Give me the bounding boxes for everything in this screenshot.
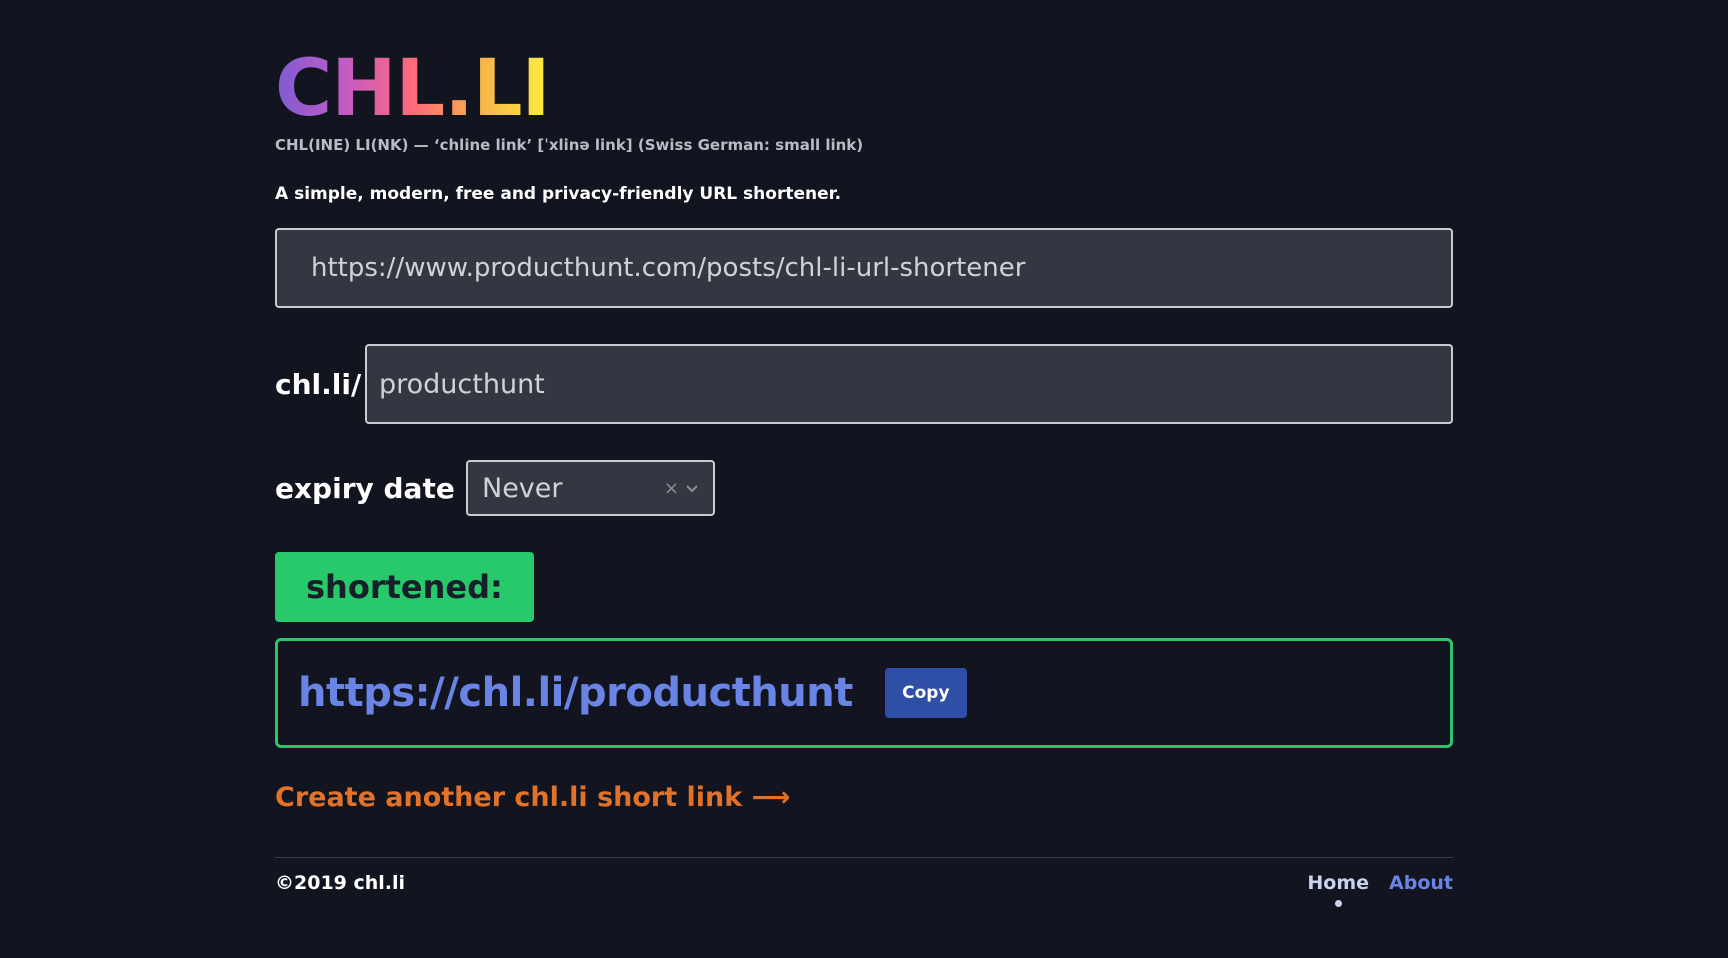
expiry-select[interactable]: Never × (466, 460, 715, 516)
short-url-link[interactable]: https://chl.li/producthunt (298, 670, 853, 716)
footer-nav: Home About (1307, 872, 1453, 907)
nav-home-label: Home (1307, 872, 1370, 894)
slug-input[interactable] (365, 344, 1453, 424)
nav-home-link[interactable]: Home (1307, 872, 1370, 907)
copy-button[interactable]: Copy (884, 668, 967, 718)
chevron-down-icon[interactable] (685, 481, 699, 495)
slug-row: chl.li/ (275, 344, 1453, 424)
long-url-input[interactable] (275, 228, 1453, 308)
shortened-badge: shortened: (275, 552, 534, 622)
logo[interactable]: CHL.LI (275, 50, 551, 130)
footer: ©2019 chl.li Home About (275, 872, 1453, 907)
footer-divider (275, 857, 1453, 858)
active-indicator-dot (1335, 900, 1343, 907)
page-container: CHL.LI CHL(INE) LI(NK) — ‘chline link’ [… (275, 50, 1453, 907)
nav-about-link[interactable]: About (1389, 872, 1453, 894)
expiry-row: expiry date Never × (275, 460, 1453, 516)
expiry-selected-value: Never (482, 472, 563, 504)
create-another-link[interactable]: Create another chl.li short link ⟶ (275, 782, 1453, 813)
expiry-label: expiry date (275, 471, 455, 505)
clear-icon[interactable]: × (664, 478, 679, 499)
result-box: https://chl.li/producthunt Copy (275, 638, 1453, 748)
slug-prefix-label: chl.li/ (275, 367, 362, 401)
description: A simple, modern, free and privacy-frien… (275, 184, 842, 204)
copyright: ©2019 chl.li (275, 872, 406, 894)
tagline: CHL(INE) LI(NK) — ‘chline link’ [ˈxlinə … (275, 136, 864, 154)
